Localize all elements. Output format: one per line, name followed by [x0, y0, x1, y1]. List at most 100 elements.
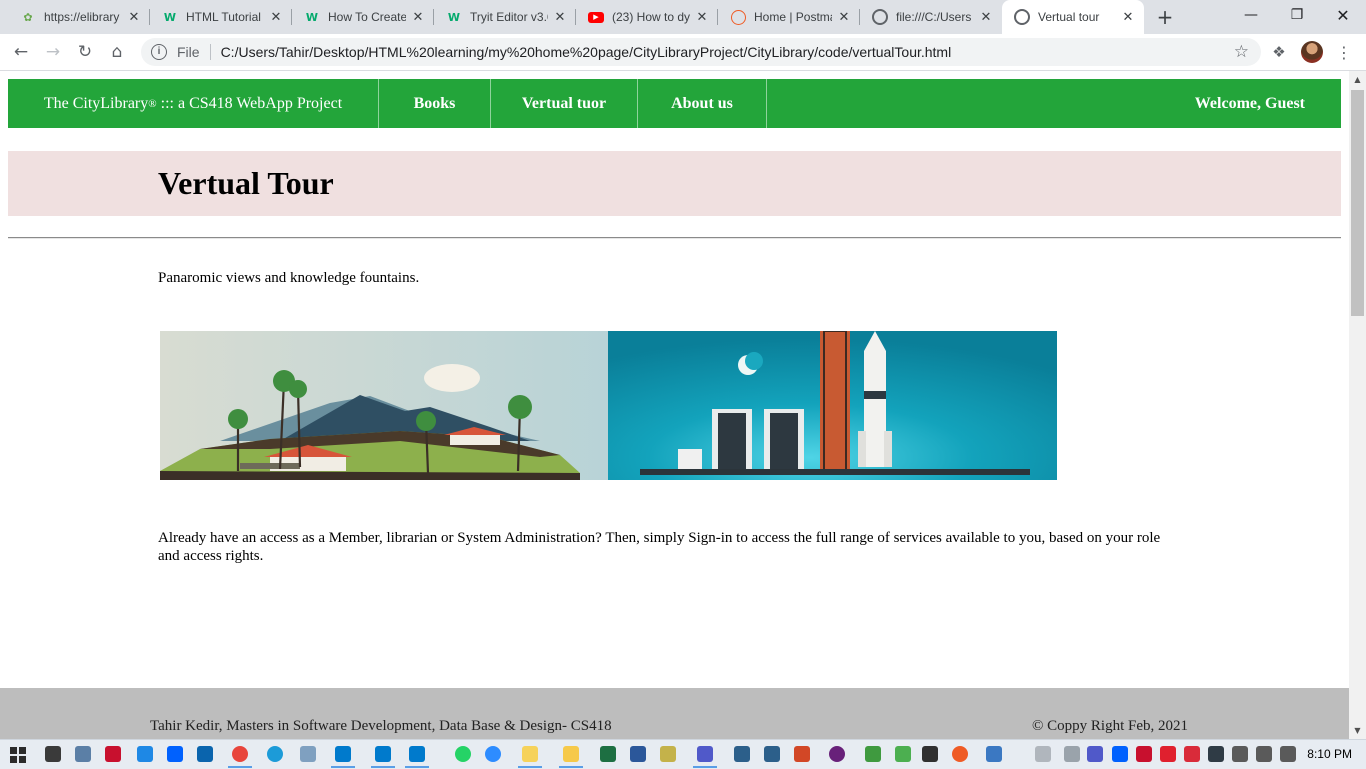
footer-copyright: © Coppy Right Feb, 2021 [1032, 718, 1188, 734]
brand-suffix: ::: a CS418 WebApp Project [156, 94, 343, 112]
browser-tab[interactable]: W HTML Tutorial ✕ [150, 0, 292, 34]
url-text[interactable]: C:/Users/Tahir/Desktop/HTML%20learning/m… [221, 44, 952, 60]
photos-icon[interactable] [986, 746, 1002, 762]
tray-app-icon[interactable] [1184, 746, 1200, 762]
registered-mark: ® [148, 97, 157, 110]
virtual-tour-image [160, 331, 1057, 480]
zoom-icon[interactable] [485, 746, 501, 762]
launch-tower [820, 331, 850, 474]
excel-icon[interactable] [600, 746, 616, 762]
menu-kebab-icon[interactable]: ⋮ [1334, 42, 1354, 62]
welcome-guest[interactable]: Welcome, Guest [1195, 79, 1305, 128]
mcafee-icon[interactable] [105, 746, 121, 762]
sticky-notes-icon[interactable] [518, 746, 542, 768]
nav-link-about-us[interactable]: About us [638, 79, 767, 128]
footer-author: Tahir Kedir, Masters in Software Develop… [150, 718, 612, 734]
edge-icon[interactable] [267, 746, 283, 762]
cmd-icon[interactable] [922, 746, 938, 762]
site-navbar: The CityLibrary ® ::: a CS418 WebApp Proj… [8, 79, 1341, 128]
security-tray-icon[interactable] [1160, 746, 1176, 762]
battery-icon[interactable] [1256, 746, 1272, 762]
tray-app-icon[interactable] [1064, 746, 1080, 762]
close-tab-icon[interactable]: ✕ [978, 10, 994, 25]
whatsapp-icon[interactable] [455, 746, 471, 762]
w3schools-icon: W [305, 10, 319, 24]
browser-tab[interactable]: file:///C:/Users ✕ [860, 0, 1002, 34]
chrome-icon[interactable] [228, 746, 252, 768]
nodejs-icon[interactable] [865, 746, 881, 762]
teams-tray-icon[interactable] [1087, 746, 1103, 762]
paint-icon[interactable] [300, 746, 316, 762]
nav-link-books[interactable]: Books [379, 79, 491, 128]
extensions-puzzle-icon[interactable]: ❖ [1269, 42, 1289, 62]
vscode-icon[interactable] [331, 746, 355, 768]
close-tab-icon[interactable]: ✕ [410, 10, 426, 25]
site-footer: Tahir Kedir, Masters in Software Develop… [0, 688, 1349, 739]
forward-button[interactable]: → [41, 40, 65, 64]
defender-shield-icon[interactable] [1208, 746, 1224, 762]
page-viewport: The CityLibrary ® ::: a CS418 WebApp Proj… [0, 71, 1349, 739]
browser-tab[interactable]: ▶ (23) How to dy ✕ [576, 0, 718, 34]
outlook-icon[interactable] [197, 746, 213, 762]
visual-studio-icon[interactable] [764, 746, 780, 762]
close-tab-icon[interactable]: ✕ [552, 10, 568, 25]
dropbox-icon[interactable] [167, 746, 183, 762]
back-button[interactable]: ← [9, 40, 33, 64]
mcafee-tray-icon[interactable] [1136, 746, 1152, 762]
terminal-icon[interactable] [45, 746, 61, 762]
reload-button[interactable]: ↻ [73, 40, 97, 64]
close-tab-icon[interactable]: ✕ [268, 10, 284, 25]
dropbox-tray-icon[interactable] [1112, 746, 1128, 762]
file-explorer-icon[interactable] [559, 746, 583, 768]
browser-tab[interactable]: ✿ https://elibrary ✕ [8, 0, 150, 34]
title-banner: Vertual Tour [8, 151, 1341, 216]
close-window-button[interactable]: ✕ [1320, 0, 1366, 30]
home-button[interactable]: ⌂ [105, 40, 129, 64]
profile-avatar[interactable] [1301, 41, 1323, 63]
info-icon[interactable]: i [151, 44, 167, 60]
browser-tab[interactable]: W Tryit Editor v3.6 ✕ [434, 0, 576, 34]
page-title: Vertual Tour [158, 165, 334, 201]
scroll-up-arrow-icon[interactable]: ▲ [1349, 71, 1366, 88]
windows-start-icon[interactable] [10, 747, 26, 763]
vertical-scrollbar[interactable]: ▲ ▼ [1349, 71, 1366, 739]
close-tab-icon[interactable]: ✕ [126, 10, 142, 25]
windows-taskbar: 8:10 PM [0, 739, 1366, 769]
powerpoint-icon[interactable] [794, 746, 810, 762]
notepad-icon[interactable] [660, 746, 676, 762]
taskbar-clock[interactable]: 8:10 PM [1307, 747, 1352, 761]
address-bar[interactable]: i File C:/Users/Tahir/Desktop/HTML%20lea… [141, 38, 1261, 66]
vscode-icon[interactable] [371, 746, 395, 768]
globe-icon [872, 9, 888, 25]
restore-button[interactable]: ❐ [1274, 0, 1320, 30]
vscode-icon[interactable] [405, 746, 429, 768]
youtube-icon: ▶ [588, 9, 604, 25]
bookmark-star-icon[interactable]: ☆ [1234, 42, 1249, 62]
browser-tab-active[interactable]: Vertual tour ✕ [1002, 0, 1144, 34]
visual-studio-icon[interactable] [734, 746, 750, 762]
new-tab-button[interactable]: + [1154, 6, 1176, 28]
people-icon[interactable] [1035, 746, 1051, 762]
volume-icon[interactable] [1232, 746, 1248, 762]
scroll-down-arrow-icon[interactable]: ▼ [1349, 722, 1366, 739]
site-brand[interactable]: The CityLibrary ® ::: a CS418 WebApp Proj… [8, 79, 379, 128]
snipping-tool-icon[interactable] [75, 746, 91, 762]
teams-icon[interactable] [693, 746, 717, 768]
wifi-icon[interactable] [1280, 746, 1296, 762]
signin-info-text: Already have an access as a Member, libr… [158, 530, 1161, 564]
browser-tab[interactable]: Home | Postma ✕ [718, 0, 860, 34]
close-tab-icon[interactable]: ✕ [694, 10, 710, 25]
postman-icon[interactable] [952, 746, 968, 762]
obs-icon[interactable] [829, 746, 845, 762]
scrollbar-thumb[interactable] [1351, 90, 1364, 316]
word-icon[interactable] [630, 746, 646, 762]
browser-tab[interactable]: W How To Create ✕ [292, 0, 434, 34]
close-tab-icon[interactable]: ✕ [1120, 10, 1136, 25]
nav-link-virtual-tour[interactable]: Vertual tuor [491, 79, 638, 128]
browser-toolbar: ← → ↻ ⌂ i File C:/Users/Tahir/Desktop/HT… [0, 34, 1366, 71]
calendar-app-icon[interactable] [137, 746, 153, 762]
w3schools-icon: W [163, 10, 177, 24]
mongodb-icon[interactable] [895, 746, 911, 762]
close-tab-icon[interactable]: ✕ [836, 10, 852, 25]
minimize-button[interactable]: — [1228, 0, 1274, 30]
